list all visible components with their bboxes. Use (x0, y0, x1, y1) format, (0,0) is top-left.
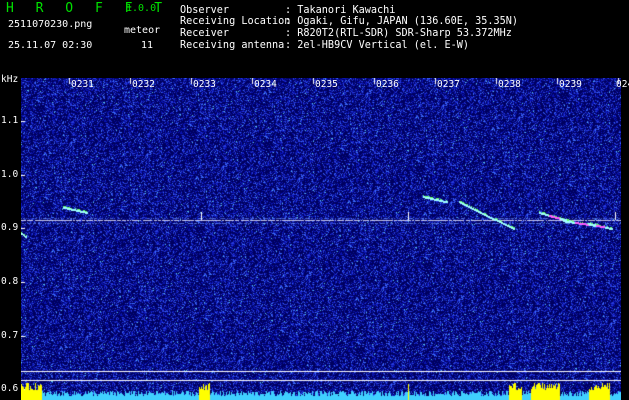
header-panel: H R O F F T 1.0.0 2511070230.png meteor … (0, 0, 629, 76)
observer-value: : Takanori Kawachi (285, 5, 396, 16)
receiver-value: : R820T2(RTL-SDR) SDR-Sharp 53.372MHz (285, 28, 512, 39)
frequency-unit-label: kHz (1, 74, 19, 85)
time-tick-label: 0235 (315, 79, 338, 90)
time-tick-label: 0236 (376, 79, 399, 90)
location-label: Receiving Location (180, 16, 291, 27)
meteor-label: meteor (124, 25, 161, 36)
frequency-tick-label: 0.8 (1, 275, 19, 287)
app-version: 1.0.0 (126, 3, 157, 14)
frequency-tick-label: 0.7 (1, 329, 19, 341)
time-tick-label: 0240 (616, 79, 629, 90)
antenna-label: Receiving antenna (180, 40, 285, 51)
location-value: : Ogaki, Gifu, JAPAN (136.60E, 35.35N) (285, 16, 519, 27)
time-tick-label: 0231 (71, 79, 94, 90)
time-tick-label: 0234 (254, 79, 277, 90)
receiver-label: Receiver (180, 28, 230, 39)
time-tick-label: 0237 (437, 79, 460, 90)
time-tick-label: 0239 (559, 79, 582, 90)
frequency-tick-label: 1.0 (1, 168, 19, 180)
frequency-tick-label: 0.9 (1, 222, 19, 234)
file-name: 2511070230.png (8, 19, 93, 30)
frequency-tick-label: 1.1 (1, 114, 19, 126)
meteor-count: 11 (141, 40, 154, 51)
frequency-tick-label: 0.6 (1, 383, 19, 395)
observer-label: Observer (180, 5, 230, 16)
time-tick-label: 0233 (193, 79, 216, 90)
observation-datetime: 25.11.07 02:30 (8, 40, 93, 51)
time-tick-label: 0232 (132, 79, 155, 90)
spectrogram-canvas (21, 78, 621, 400)
antenna-value: : 2el-HB9CV Vertical (el. E-W) (285, 40, 470, 51)
time-tick-label: 0238 (498, 79, 521, 90)
